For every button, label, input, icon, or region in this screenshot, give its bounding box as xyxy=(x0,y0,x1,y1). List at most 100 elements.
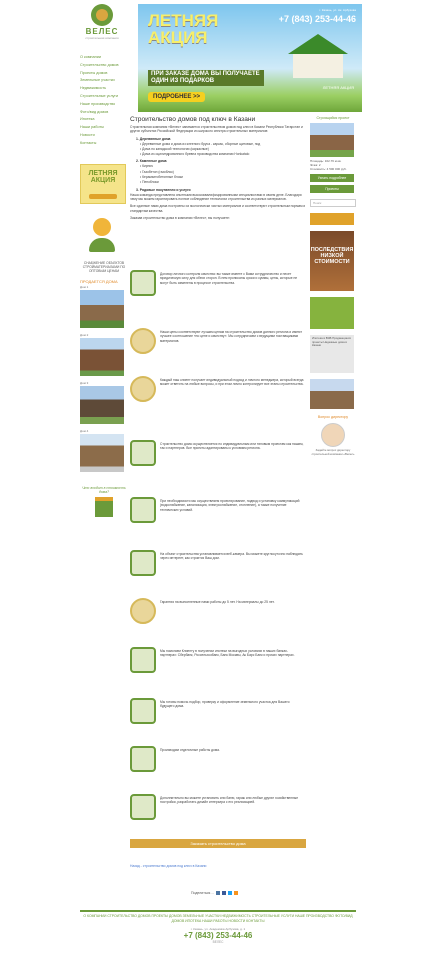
banner-subtitle: ПРИ ЗАКАЗЕ ДОМА ВЫ ПОЛУЧАЕТЕ ОДИН ИЗ ПОД… xyxy=(148,70,264,86)
price-badge-icon xyxy=(130,328,156,354)
ad-banner[interactable] xyxy=(310,297,354,329)
projects-button[interactable]: Проекты xyxy=(310,185,354,193)
house-thumbnail[interactable]: Дом 1 xyxy=(80,285,124,328)
banner-caption: ЛЕТНЯЯ АКЦИЯ xyxy=(322,85,354,90)
search-input[interactable]: Поиск xyxy=(310,199,356,207)
page-title: Строительство домов под ключ в Казани xyxy=(130,116,256,123)
land-plot-icon xyxy=(130,698,156,724)
back-link[interactable]: Назад - строительство домов под ключ в К… xyxy=(130,864,206,868)
header-phone-note: г. Казань, ул. Ак. Арбузова xyxy=(319,8,356,12)
operator-illustration[interactable] xyxy=(80,217,124,258)
blueprint-icon xyxy=(130,440,156,466)
right-column: Строящийся проект Площадь: 162.76 м.кв. … xyxy=(310,116,356,456)
house-photo-ad[interactable] xyxy=(310,379,354,409)
benefit-text: При необходимости мы осуществляем проект… xyxy=(160,499,300,512)
project-details-button[interactable]: Узнать подробнее xyxy=(310,174,354,182)
low-cost-consequences-banner[interactable]: ПОСЛЕДСТВИЯ НИЗКОЙ СТОИМОСТИ xyxy=(310,231,354,291)
nav-item[interactable]: Недвижимость xyxy=(80,85,128,93)
nav-item[interactable]: Новости xyxy=(80,132,128,140)
director-avatar[interactable] xyxy=(321,423,345,447)
warranty-icon xyxy=(130,598,156,624)
paragraph: Заказав строительство дома в компании «В… xyxy=(130,215,230,220)
summer-promo-banner[interactable]: ЛЕТНЯЯ АКЦИЯ xyxy=(80,163,126,204)
mortgage-ad[interactable]: Ипотека в ВЭБ Продающиеся проекты Надежн… xyxy=(310,335,354,373)
share-label: Поделиться… xyxy=(191,891,214,896)
footer-brand: ВЕЛЕС xyxy=(212,940,224,944)
nav-item[interactable]: Фото/вид домов xyxy=(80,109,128,117)
house-walls xyxy=(293,54,343,78)
nav-item[interactable]: Проекты домов xyxy=(80,70,128,78)
benefit-text: На объект строительства устанавливается … xyxy=(160,552,303,561)
ad-banner[interactable] xyxy=(310,213,354,225)
list-item: Деревянные дома и дома из клееного бруса… xyxy=(140,142,306,146)
sauna-icon xyxy=(130,794,156,820)
order-construction-button[interactable]: Заказать строительство дома xyxy=(130,839,306,848)
benefit-text: Договор личного контроля качества: вы та… xyxy=(160,272,298,285)
ask-director-title: Вопрос директору xyxy=(317,415,349,419)
facebook-icon[interactable] xyxy=(221,891,226,896)
gift-block[interactable]: Что входит в стоимость дома? xyxy=(80,486,128,517)
house-roof xyxy=(288,34,348,54)
nav-item[interactable]: Контакты xyxy=(80,140,128,148)
sold-houses-title: ПРОДАЕТСЯ ДОМА xyxy=(80,278,118,284)
banner-headline-line2: АКЦИЯ xyxy=(148,28,208,47)
list-item: Дома по канадской технологии (каркасные) xyxy=(140,147,306,151)
house-thumbnail[interactable]: Дом 4 xyxy=(80,429,124,472)
promo-button xyxy=(89,193,117,199)
current-project-title: Строящийся проект xyxy=(316,116,350,120)
ask-director-caption: Задайте вопрос директору строительной ко… xyxy=(311,448,355,456)
contract-icon xyxy=(130,270,156,296)
thumb-label: Дом 1 xyxy=(80,284,89,289)
header-phone[interactable]: +7 (843) 253-44-46 xyxy=(279,14,356,24)
benefit-text: Наши цены соответствуют лучшим ценам на … xyxy=(160,330,302,343)
banner-headline-line1: ЛЕТНЯЯ xyxy=(148,11,219,30)
twitter-icon[interactable] xyxy=(227,891,232,896)
footer-nav[interactable]: О КОМПАНИИ СТРОИТЕЛЬСТВО ДОМОВ ПРОЕКТЫ Д… xyxy=(80,914,356,924)
share-bar[interactable]: Поделиться… xyxy=(190,891,238,896)
house-thumbnail[interactable]: Дом 2 xyxy=(80,333,124,376)
benefit-text: Производим отделочные работы дома. xyxy=(160,748,220,752)
vk-icon[interactable] xyxy=(215,891,220,896)
list-item: Дома из оцилиндрованного бревна производ… xyxy=(140,152,306,156)
logo[interactable]: ВЕЛЕС строительная компания xyxy=(80,4,124,44)
intro-paragraph: Строительная компания «Велес» занимается… xyxy=(130,125,303,134)
left-column: ВЕЛЕС строительная компания О компании С… xyxy=(80,4,128,517)
list-item: Керамзитобетонные блоки xyxy=(140,175,306,179)
nav-item[interactable]: Наши работы xyxy=(80,124,128,132)
nav-item[interactable]: Строительные услуги xyxy=(80,93,128,101)
main-nav: О компании Строительство домов Проекты д… xyxy=(80,54,128,148)
project-photo[interactable] xyxy=(310,123,354,157)
nav-item[interactable]: Земельные участки xyxy=(80,77,128,85)
utilities-icon xyxy=(130,497,156,523)
main-content: Строительство домов под ключ в Казани Ст… xyxy=(130,116,306,223)
supply-caption: СНАБЖЕНИЕ ОБЪЕКТОВ СТРОЙМАТЕРИАЛАМИ ПО О… xyxy=(82,260,126,273)
nav-item[interactable]: Ипотека xyxy=(80,116,128,124)
header-banner[interactable]: г. Казань, ул. Ак. Арбузова +7 (843) 253… xyxy=(138,4,362,112)
benefit-text: Дополнительно вы можете установить или б… xyxy=(160,796,299,805)
group-title: 2. Каменные дома xyxy=(136,159,167,164)
project-specs: Площадь: 162.76 м.кв. Этаж: 2 Стоимость:… xyxy=(310,159,356,171)
thumb-label: Дом 2 xyxy=(80,332,89,337)
list-item: Газобетон (газоблок) xyxy=(140,170,306,174)
benefit-text: Строительство дома осуществляется по инд… xyxy=(160,442,304,451)
ok-icon[interactable] xyxy=(233,891,238,896)
brand-name: ВЕЛЕС xyxy=(85,27,119,36)
nav-item[interactable]: Наше производство xyxy=(80,101,128,109)
house-illustration xyxy=(288,34,348,78)
nav-item[interactable]: Строительство домов xyxy=(80,62,128,70)
list-item: Кирпич xyxy=(140,164,306,168)
page: ВЕЛЕС строительная компания О компании С… xyxy=(0,0,436,960)
paragraph: Наша команда представлена опытными высок… xyxy=(130,192,302,201)
operator-body-icon xyxy=(89,237,115,252)
banner-more-button[interactable]: ПОДРОБНЕЕ >> xyxy=(148,92,206,102)
footer-phone[interactable]: +7 (843) 253-44-46 xyxy=(80,931,356,940)
nav-item[interactable]: О компании xyxy=(80,54,128,62)
benefit-text: Гарантия на выполненные нами работы до 5… xyxy=(160,600,275,604)
gift-icon xyxy=(95,496,113,517)
house-thumbnail[interactable]: Дом 3 xyxy=(80,381,124,424)
spec-price: Стоимость: 4 500 000 руб. xyxy=(310,167,347,171)
operator-head-icon xyxy=(93,217,111,236)
gift-caption: Что входит в стоимость дома? xyxy=(82,485,126,494)
footer: О КОМПАНИИ СТРОИТЕЛЬСТВО ДОМОВ ПРОЕКТЫ Д… xyxy=(80,910,356,944)
thumb-label: Дом 3 xyxy=(80,380,89,385)
